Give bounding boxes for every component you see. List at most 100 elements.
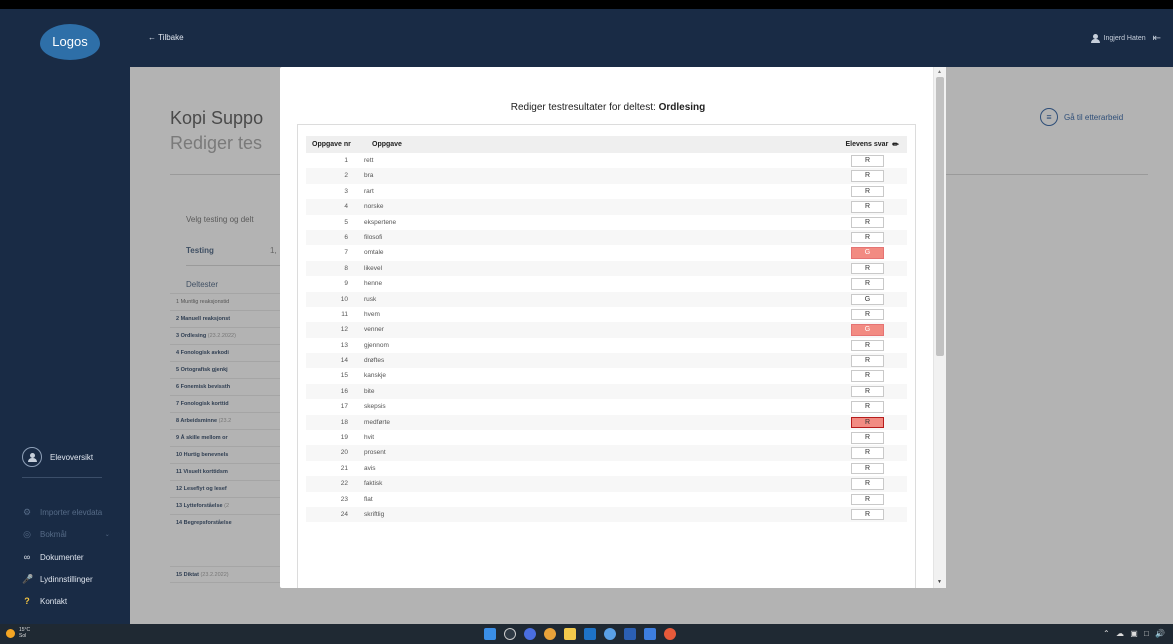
weather-widget[interactable]: 15°C Sol bbox=[6, 627, 30, 639]
system-tray[interactable]: ⌃ ☁ ▣ □ 🔊 bbox=[1103, 629, 1167, 638]
link-icon: ∞ bbox=[23, 552, 31, 562]
sidebar-divider bbox=[22, 477, 102, 478]
table-row: 8 likevel R bbox=[306, 260, 907, 277]
user-menu[interactable]: Ingjerd Haten ⇤ bbox=[1090, 33, 1161, 44]
answer-input[interactable]: R bbox=[851, 339, 884, 352]
sidebar-item-import[interactable]: ⚙ Importer elevdata bbox=[22, 507, 102, 518]
list-item[interactable]: 4 Fonologisk avkodi bbox=[170, 344, 282, 361]
answer-input[interactable]: R bbox=[851, 385, 884, 398]
row-word: rart bbox=[364, 187, 374, 195]
menu-icon: ≡ bbox=[1040, 108, 1058, 126]
answer-input[interactable]: R bbox=[851, 185, 884, 198]
row-word: avis bbox=[364, 464, 376, 472]
list-item[interactable]: 10 Hurtig benevnels bbox=[170, 446, 282, 463]
list-item[interactable]: 11 Visuelt korttidsm bbox=[170, 463, 282, 480]
answer-input[interactable]: R bbox=[851, 201, 884, 213]
list-item[interactable]: 13 Lytteforståelse (2 bbox=[170, 497, 282, 514]
answer-input[interactable]: R bbox=[851, 170, 884, 182]
answer-input[interactable]: R bbox=[851, 432, 884, 444]
table-row: 16 bite R bbox=[306, 383, 907, 400]
page-subtitle: Rediger tes bbox=[170, 133, 263, 153]
scroll-thumb[interactable] bbox=[936, 77, 944, 356]
list-item[interactable]: 14 Begrepsforståelse bbox=[170, 514, 282, 531]
skype-icon[interactable] bbox=[604, 628, 616, 640]
folder-icon[interactable] bbox=[564, 628, 576, 640]
answer-input[interactable]: R bbox=[851, 278, 884, 290]
row-word: gjennom bbox=[364, 341, 389, 349]
row-number: 3 bbox=[344, 187, 348, 195]
answer-input[interactable]: R bbox=[851, 262, 884, 275]
list-item[interactable]: 6 Fonemisk bevissth bbox=[170, 378, 282, 395]
outlook-icon[interactable] bbox=[584, 628, 596, 640]
logo[interactable]: Logos bbox=[40, 24, 100, 60]
testing-value[interactable]: 1, bbox=[270, 246, 277, 255]
sidebar-item-language[interactable]: ◎ Bokmål ⌄ bbox=[22, 529, 110, 540]
answer-input[interactable]: R bbox=[851, 370, 884, 382]
answer-input[interactable]: G bbox=[851, 324, 884, 336]
table-row: 13 gjennom R bbox=[306, 338, 907, 353]
answer-input[interactable]: G bbox=[851, 293, 884, 306]
row-number: 1 bbox=[344, 157, 348, 164]
list-item[interactable]: 12 Leseflyt og lesef bbox=[170, 480, 282, 497]
column-header-svar: Elevens svar ✏ bbox=[845, 136, 899, 153]
sidebar-item-kontakt[interactable]: ? Kontakt bbox=[22, 596, 67, 606]
table-row: 18 medførte R bbox=[306, 414, 907, 431]
app-icon[interactable] bbox=[664, 628, 676, 640]
row-number: 11 bbox=[341, 310, 348, 318]
logout-icon[interactable]: ⇤ bbox=[1153, 33, 1161, 44]
list-item[interactable]: 5 Ortografisk gjenkj bbox=[170, 361, 282, 378]
answer-input[interactable]: R bbox=[851, 231, 884, 244]
sidebar-item-elevoversikt[interactable]: Elevoversikt bbox=[22, 447, 93, 467]
list-item[interactable]: 2 Manuell reaksjonst bbox=[170, 310, 282, 327]
calendar-icon[interactable] bbox=[644, 628, 656, 640]
answer-input[interactable]: R bbox=[851, 493, 884, 506]
answer-input[interactable]: R bbox=[851, 308, 884, 321]
answer-input[interactable]: R bbox=[851, 478, 884, 490]
user-name: Ingjerd Haten bbox=[1103, 35, 1146, 42]
back-link[interactable]: ← Tilbake bbox=[148, 33, 184, 42]
divider bbox=[186, 265, 282, 266]
row-number: 18 bbox=[340, 418, 348, 426]
table-row: 2 bra R bbox=[306, 168, 907, 184]
modal-scrollbar[interactable]: ▲ ▼ bbox=[933, 67, 946, 588]
list-item[interactable]: 3 Ordlesing (23.2.2022) bbox=[170, 327, 282, 344]
microphone-icon: 🎤 bbox=[22, 574, 34, 584]
sidebar-item-label: Elevoversikt bbox=[50, 452, 94, 462]
pencil-icon[interactable]: ✏ bbox=[892, 136, 899, 153]
windows-start-icon[interactable] bbox=[484, 628, 496, 640]
list-item[interactable]: 7 Fonologisk korttid bbox=[170, 395, 282, 412]
list-item[interactable]: 8 Arbeidsminne (23.2 bbox=[170, 412, 282, 429]
row-word: norske bbox=[364, 203, 384, 211]
search-icon[interactable] bbox=[504, 628, 516, 640]
row-number: 10 bbox=[340, 295, 348, 303]
answer-input[interactable]: R bbox=[851, 401, 884, 413]
answer-input[interactable]: R bbox=[851, 508, 884, 521]
sidebar-item-dokumenter[interactable]: ∞ Dokumenter bbox=[22, 552, 84, 562]
answer-input[interactable]: R bbox=[851, 155, 884, 167]
table-body: 1 rett R 2 bra R 3 rart R 4 norske R 5 ekspertene R 6 fi… bbox=[306, 153, 907, 523]
row-word: skepsis bbox=[364, 403, 386, 411]
answer-input[interactable]: R bbox=[851, 447, 884, 459]
answer-input[interactable]: R bbox=[851, 216, 884, 229]
sidebar-item-lydinnstillinger[interactable]: 🎤 Lydinnstillinger bbox=[22, 574, 93, 585]
table-row: 12 venner G bbox=[306, 322, 907, 338]
answer-input[interactable]: G bbox=[851, 247, 884, 259]
teams-icon[interactable] bbox=[524, 628, 536, 640]
modal-title: Rediger testresultater for deltest: Ordl… bbox=[510, 102, 706, 113]
answer-input[interactable]: R bbox=[851, 355, 884, 367]
select-label: Velg testing og delt bbox=[186, 215, 254, 224]
answer-input[interactable]: R bbox=[851, 416, 884, 429]
row-number: 13 bbox=[340, 341, 348, 349]
chevron-down-icon: ⌄ bbox=[104, 532, 110, 538]
list-item[interactable]: 1 Muntlig reaksjonstid bbox=[170, 293, 282, 310]
list-item[interactable]: 9 Å skille mellom or bbox=[170, 429, 282, 446]
word-icon[interactable] bbox=[624, 628, 636, 640]
row-number: 4 bbox=[344, 203, 348, 211]
row-word: hvit bbox=[364, 434, 375, 442]
scroll-down-arrow[interactable]: ▼ bbox=[937, 579, 942, 585]
go-etterarbeid-button[interactable]: ≡ Gå til etterarbeid bbox=[1040, 108, 1123, 126]
answer-input[interactable]: R bbox=[851, 462, 884, 475]
sun-icon bbox=[6, 628, 15, 638]
chrome-icon[interactable] bbox=[544, 628, 556, 640]
scroll-up-arrow[interactable]: ▲ bbox=[937, 69, 942, 75]
